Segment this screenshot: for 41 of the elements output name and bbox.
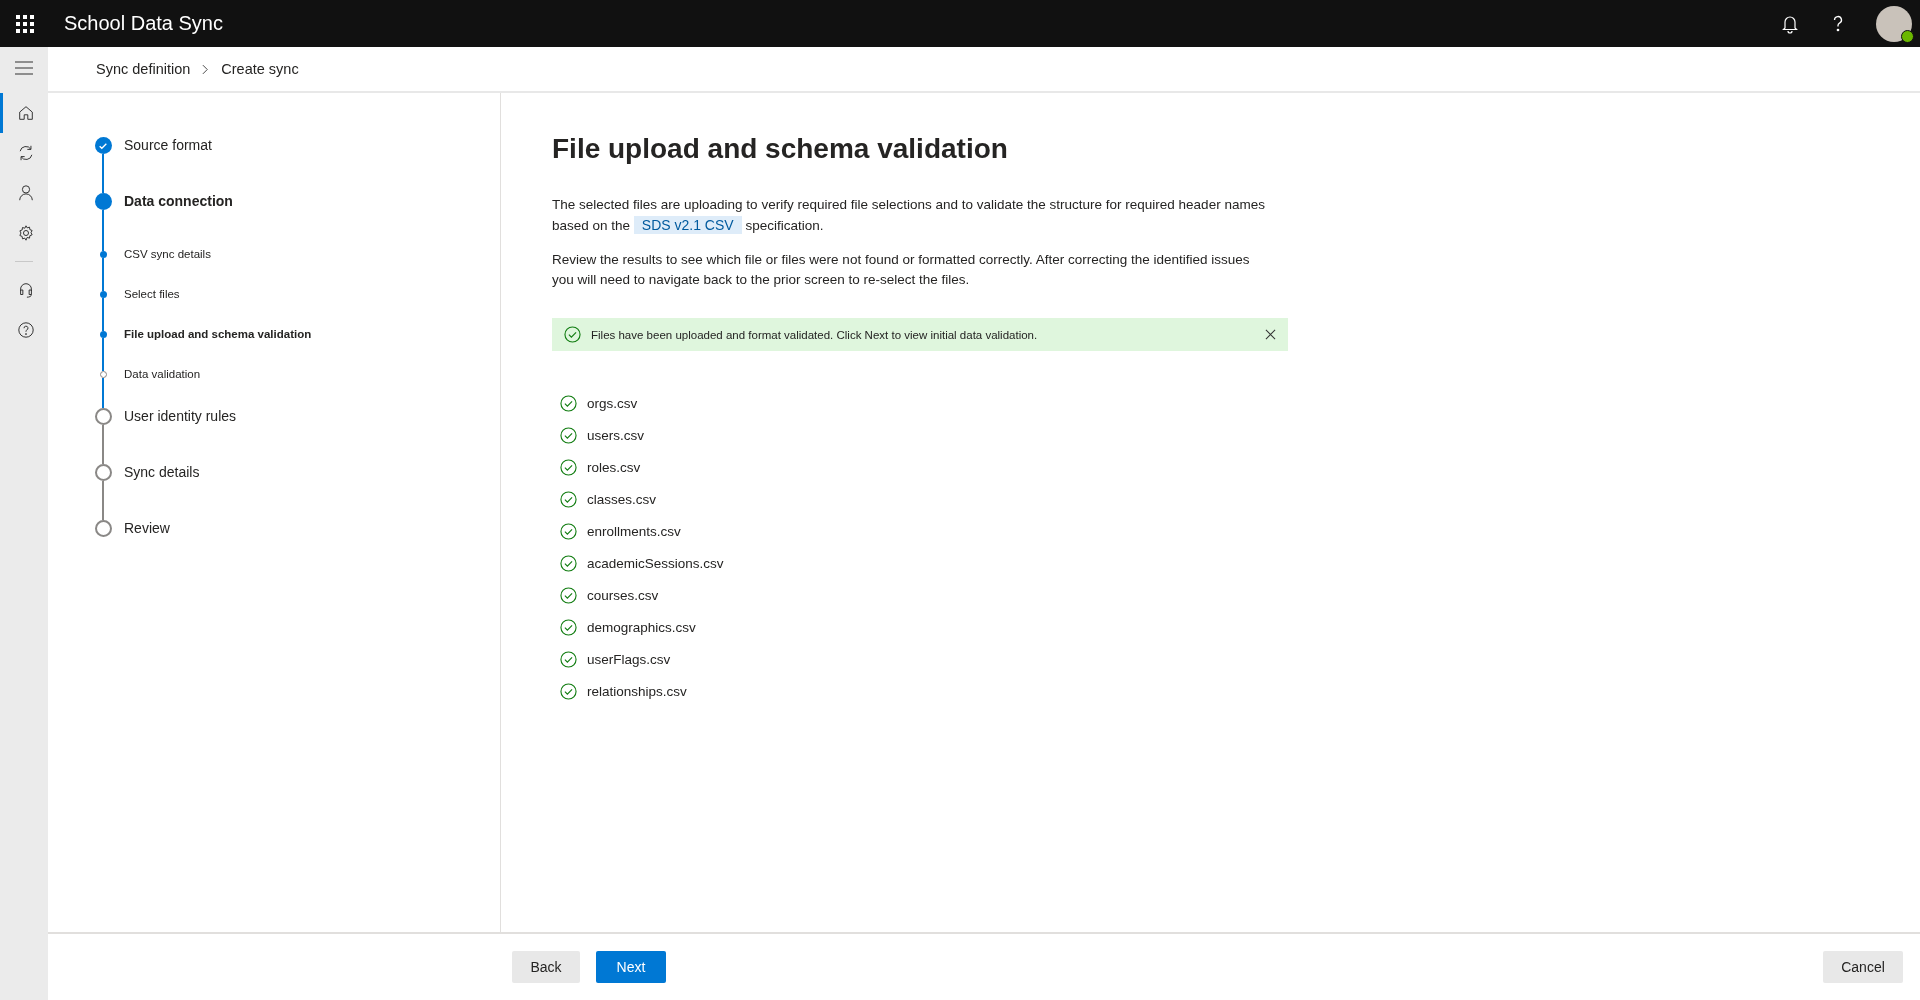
file-name: orgs.csv <box>587 395 638 411</box>
settings-icon <box>16 224 35 242</box>
file-name: courses.csv <box>587 587 659 603</box>
step-label[interactable]: Review <box>124 520 500 537</box>
step-label[interactable]: Sync details <box>124 464 500 481</box>
home-icon <box>16 104 35 122</box>
file-name: academicSessions.csv <box>587 555 724 571</box>
substep-label[interactable]: Select files <box>124 288 180 300</box>
chevron-right-icon <box>202 63 210 75</box>
step-label[interactable]: User identity rules <box>124 408 500 425</box>
file-name: demographics.csv <box>587 619 696 635</box>
instructions-paragraph: Review the results to see which file or files were not found or formatted correctly. After correcting the identified issues you will need to navigate back to the prior screen to re-select the files. <box>552 251 1251 289</box>
file-name: enrollments.csv <box>587 523 681 539</box>
step-label[interactable]: Data connection <box>124 193 500 210</box>
specification-link[interactable]: SDS v2.1 CSV <box>633 216 742 234</box>
file-name: classes.csv <box>587 491 657 507</box>
app-launcher-icon[interactable] <box>16 14 34 33</box>
breadcrumb-link[interactable]: Create sync <box>221 61 299 77</box>
file-name: users.csv <box>587 427 644 443</box>
app-title: School Data Sync <box>64 12 223 35</box>
breadcrumb-link[interactable]: Sync definition <box>96 61 191 77</box>
file-name: roles.csv <box>587 459 641 475</box>
back-button[interactable]: Back <box>512 951 580 983</box>
help-icon <box>16 321 35 339</box>
success-check-icon <box>564 326 581 343</box>
menu-icon[interactable] <box>15 61 33 75</box>
file-name: userFlags.csv <box>587 651 671 667</box>
cancel-button[interactable]: Cancel <box>1823 951 1903 983</box>
substep-label[interactable]: CSV sync details <box>124 248 211 260</box>
person-icon <box>16 184 35 202</box>
close-icon[interactable] <box>1265 329 1276 340</box>
next-button[interactable]: Next <box>596 951 666 983</box>
intro-paragraph: The selected files are uploading to verify required file selections and to validate the structure for required header names based on the SDS v2.1 CSV specification. <box>552 196 1266 236</box>
step-label[interactable]: Source format <box>124 137 500 154</box>
banner-message: Files have been uploaded and format validated. Click Next to view initial data validation. <box>591 328 1039 341</box>
substep-label[interactable]: File upload and schema validation <box>124 328 312 340</box>
substep-label[interactable]: Data validation <box>124 368 201 380</box>
page-heading: File upload and schema validation <box>552 133 1009 165</box>
user-avatar[interactable] <box>1876 5 1912 42</box>
file-name: relationships.csv <box>587 683 687 699</box>
notification-bell-icon[interactable] <box>1780 13 1800 34</box>
